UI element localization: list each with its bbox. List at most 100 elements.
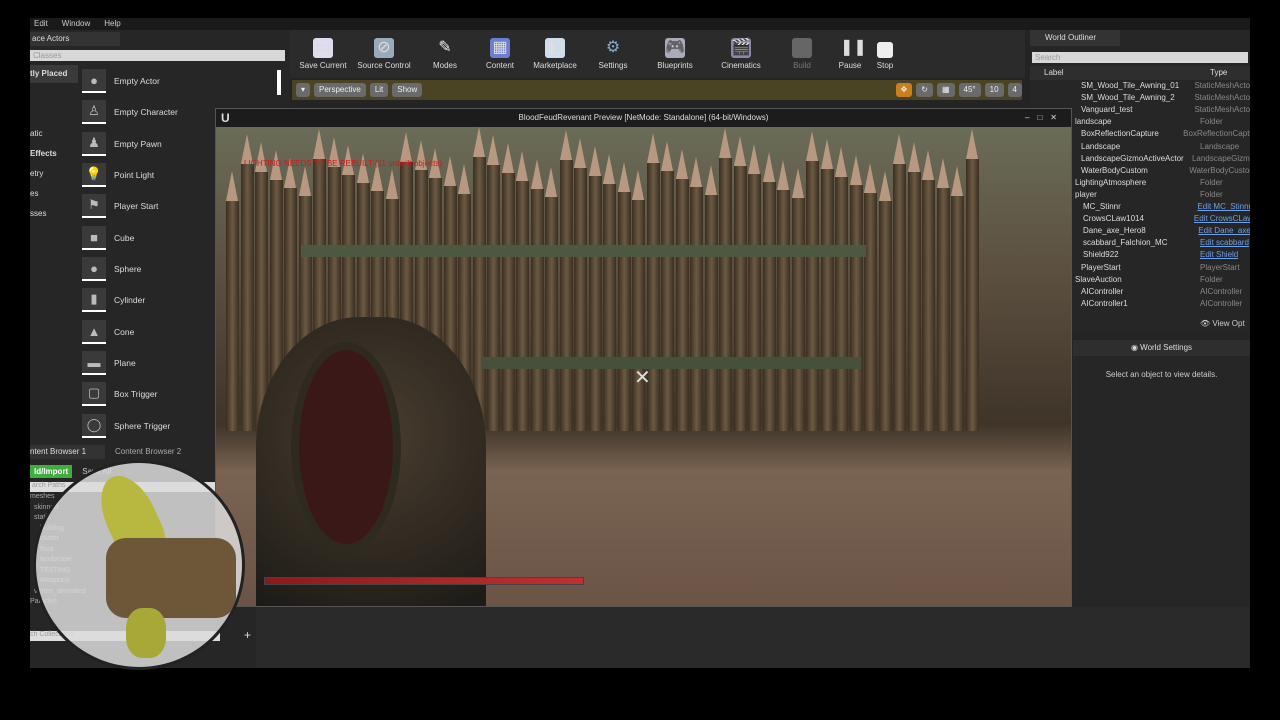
outliner-row-label: SM_Wood_Tile_Awning_01	[1081, 81, 1180, 90]
palisade-stake	[603, 154, 616, 431]
outliner-row[interactable]: LandscapeGizmoActiveActor LandscapeGizmo	[1075, 153, 1250, 165]
outliner-row-type[interactable]: Edit Shield	[1200, 249, 1238, 261]
grid-icon[interactable]: ▦	[936, 83, 955, 97]
classes-search-input[interactable]: Classes	[30, 50, 285, 61]
eye-icon: 👁	[1200, 319, 1211, 328]
source-control-button[interactable]: ⊘ Source Control	[352, 38, 416, 70]
view-options-button[interactable]: 👁 View Opt	[1200, 319, 1245, 328]
outliner-row-label: CrowsCLaw1014	[1083, 214, 1144, 224]
modes-button[interactable]: ✎ Modes	[416, 38, 474, 70]
health-bar	[264, 577, 584, 585]
rotate-icon[interactable]: ↻	[916, 83, 933, 97]
cinematics-button[interactable]: 🎬 Cinematics	[708, 38, 774, 70]
stop-icon	[877, 42, 893, 58]
scrollbar[interactable]	[277, 70, 281, 95]
category-recently-placed[interactable]: tly Placed	[30, 65, 78, 83]
lighting-warning: LIGHTING NEEDS TO BE REBUILT (11 unbuilt…	[244, 159, 442, 168]
viewport-options-button[interactable]: ▾	[296, 83, 311, 97]
outliner-row-type[interactable]: Edit scabbard	[1200, 237, 1249, 249]
outliner-row-type[interactable]: Edit CrowsCLaw	[1194, 213, 1250, 225]
outliner-row[interactable]: SM_Wood_Tile_Awning_2 StaticMeshActor	[1075, 92, 1250, 104]
palisade-stake	[704, 165, 718, 431]
outliner-row[interactable]: Vanguard_test StaticMeshActor	[1075, 104, 1250, 116]
outliner-row[interactable]: CrowsCLaw1014 Edit CrowsCLaw	[1075, 213, 1250, 225]
column-type[interactable]: Type	[1210, 66, 1227, 80]
outliner-search-input[interactable]: Search	[1032, 52, 1248, 63]
minimize-icon[interactable]: –	[1025, 113, 1037, 122]
pause-icon: ❚❚	[840, 39, 867, 56]
grid-size[interactable]: 10	[984, 83, 1004, 97]
column-label[interactable]: Label	[1030, 66, 1210, 80]
palisade-stake	[617, 162, 631, 431]
outliner-row[interactable]: AIController AIController	[1075, 286, 1250, 298]
show-button[interactable]: Show	[392, 83, 423, 97]
perspective-button[interactable]: Perspective	[314, 83, 366, 97]
game-preview-window[interactable]: U BloodFeudRevenant Preview [NetMode: St…	[215, 108, 1072, 607]
close-icon[interactable]: ✕	[1050, 113, 1065, 122]
menu-help[interactable]: Help	[104, 18, 120, 30]
category-geometry[interactable]: etry	[30, 165, 78, 183]
menu-window[interactable]: Window	[62, 18, 90, 30]
outliner-row[interactable]: AIController1 AIController	[1075, 298, 1250, 310]
palisade-stake	[922, 150, 935, 431]
outliner-row-type[interactable]: Edit MC_Stinnr	[1197, 201, 1250, 213]
angle-snap[interactable]: 45°	[958, 83, 981, 97]
crosshair-icon: ✕	[634, 367, 651, 389]
tab-world-settings[interactable]: ◉ World Settings	[1073, 340, 1250, 356]
game-window-titlebar: U BloodFeudRevenant Preview [NetMode: St…	[216, 109, 1071, 127]
outliner-row[interactable]: Landscape Landscape	[1075, 141, 1250, 153]
tab-content-browser-1[interactable]: ntent Browser 1	[30, 445, 105, 459]
outliner-row-type[interactable]: Edit Dane_axe	[1198, 225, 1250, 237]
palisade-stake	[878, 171, 892, 431]
translate-icon[interactable]: ✥	[895, 83, 913, 97]
palisade-stake	[733, 136, 747, 431]
outliner-row[interactable]: SlaveAuction Folder	[1075, 274, 1250, 286]
outliner-row[interactable]: PlayerStart PlayerStart	[1075, 262, 1250, 274]
settings-button[interactable]: ⚙ Settings	[584, 38, 642, 70]
add-import-button[interactable]: ld/Import	[30, 465, 73, 478]
outliner-row[interactable]: scabbard_Falchion_MC Edit scabbard	[1075, 237, 1250, 249]
marketplace-button[interactable]: ◧ Marketplace	[526, 38, 584, 70]
outliner-row-label: WaterBodyCustom	[1081, 165, 1148, 175]
lit-button[interactable]: Lit	[369, 83, 389, 97]
blueprints-button[interactable]: 🎮 Blueprints	[642, 38, 708, 70]
cylinder-icon: ▮	[82, 288, 106, 312]
maximize-icon[interactable]: □	[1037, 113, 1050, 122]
palisade-stake	[646, 133, 660, 431]
outliner-row-type: Folder	[1200, 117, 1223, 127]
tab-content-browser-2[interactable]: Content Browser 2	[105, 445, 181, 459]
outliner-row[interactable]: WaterBodyCustom WaterBodyCustom	[1075, 165, 1250, 177]
outliner-row[interactable]: SM_Wood_Tile_Awning_01 StaticMeshActor	[1075, 80, 1250, 92]
category-volumes[interactable]: es	[30, 185, 78, 203]
menu-edit[interactable]: Edit	[34, 18, 48, 30]
category-all-classes[interactable]: sses	[30, 205, 78, 223]
category-basic[interactable]: atic	[30, 125, 78, 143]
tab-place-actors[interactable]: ace Actors	[30, 32, 120, 46]
outliner-row[interactable]: landscape Folder	[1075, 116, 1250, 128]
details-empty-text: Select an object to view details.	[1105, 370, 1218, 379]
tab-world-outliner[interactable]: World Outliner	[1030, 30, 1120, 46]
camera-speed[interactable]: 4	[1007, 83, 1022, 97]
actor-empty-actor[interactable]: ● Empty Actor	[82, 67, 277, 95]
outliner-row-label: Shield922	[1083, 250, 1119, 260]
save-current-button[interactable]: ▭ Save Current	[294, 38, 352, 70]
build-button[interactable]: Build	[774, 38, 830, 70]
outliner-row[interactable]: MC_Stinnr Edit MC_Stinnr	[1075, 201, 1250, 213]
palisade-stake	[574, 138, 587, 431]
outliner-row[interactable]: BoxReflectionCapture BoxReflectionCapture	[1075, 128, 1250, 140]
pause-button[interactable]: ❚❚ Pause	[830, 38, 870, 70]
outliner-row[interactable]: player Folder	[1075, 189, 1250, 201]
add-collection-icon[interactable]: +	[244, 628, 251, 642]
content-icon: ▦	[490, 38, 510, 58]
category-effects[interactable]: Effects	[30, 145, 78, 163]
sphere-icon: ●	[82, 69, 106, 93]
outliner-row[interactable]: Shield922 Edit Shield	[1075, 249, 1250, 261]
content-button[interactable]: ▦ Content	[474, 38, 526, 70]
palisade-stake	[835, 147, 848, 431]
outliner-row[interactable]: LightingAtmosphere Folder	[1075, 177, 1250, 189]
outliner-row[interactable]: Dane_axe_Hero8 Edit Dane_axe	[1075, 225, 1250, 237]
palisade-stake	[907, 142, 921, 431]
game-viewport[interactable]: ✕ LIGHTING NEEDS TO BE REBUILT (11 unbui…	[216, 127, 1071, 606]
bottom-panel	[256, 607, 1250, 668]
stop-button[interactable]: Stop	[870, 42, 900, 70]
